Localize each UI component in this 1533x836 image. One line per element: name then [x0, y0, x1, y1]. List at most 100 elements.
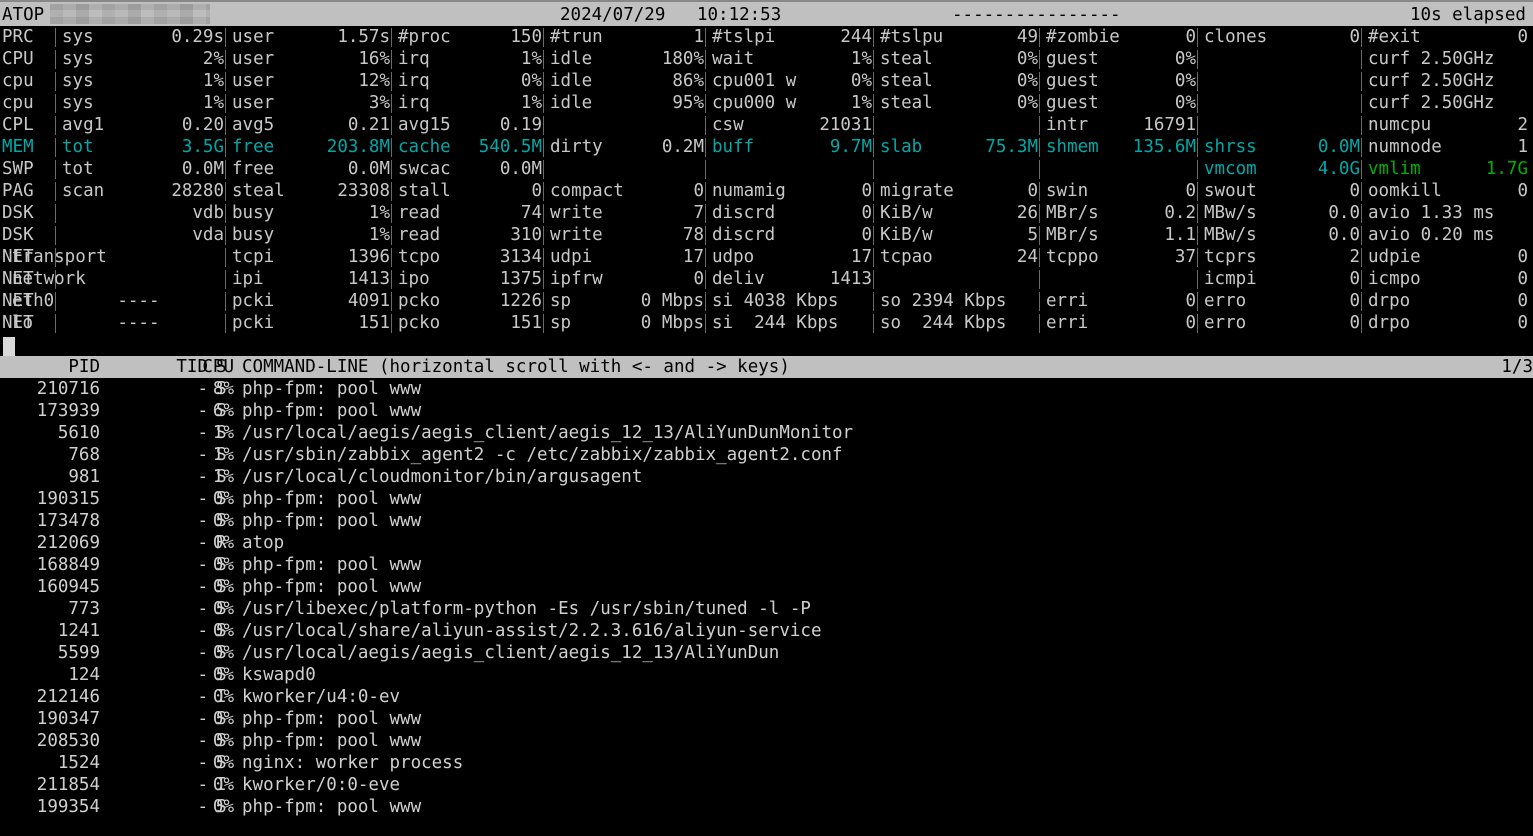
process-pid: 5610: [57, 423, 100, 443]
column-separator: [391, 248, 392, 267]
sys-cell-value: 540.5M: [478, 137, 542, 157]
sys-cell: pcko 151: [398, 312, 542, 334]
sys-cell: sys 0.29s: [62, 26, 224, 48]
sys-cell: #proc 150: [398, 26, 542, 48]
column-separator: [1039, 204, 1040, 223]
column-separator: [225, 248, 226, 267]
process-row[interactable]: 190315- S 0% php-fpm: pool www: [0, 488, 1533, 510]
process-row[interactable]: 211854- I 0% kworker/0:0-eve: [0, 774, 1533, 796]
sys-cell: deliv 1413: [712, 268, 872, 290]
sys-cell: sys 2%: [62, 48, 224, 70]
process-row[interactable]: 173478- S 0% php-fpm: pool www: [0, 510, 1533, 532]
sys-cell-value: 1: [693, 27, 704, 47]
sys-cell: #exit 0: [1368, 26, 1528, 48]
sys-cell-value: 1%: [850, 93, 872, 113]
process-command: /usr/local/cloudmonitor/bin/argusagent: [242, 467, 643, 487]
process-row[interactable]: 212146- I 0% kworker/u4:0-ev: [0, 686, 1533, 708]
column-header-pid[interactable]: PID: [0, 356, 100, 378]
process-row[interactable]: 1241- S 0%/usr/local/share/aliyun-assist/2…: [0, 620, 1533, 642]
process-row[interactable]: 168849- S 0% php-fpm: pool www: [0, 554, 1533, 576]
sys-cell-key: write: [550, 225, 603, 245]
column-separator: [391, 314, 392, 333]
column-separator: [1197, 182, 1198, 201]
column-separator: [225, 50, 226, 69]
sys-cell: cache 540.5M: [398, 136, 542, 158]
sys-cell-value: 1%: [520, 93, 542, 113]
process-row[interactable]: 190347- S 0% php-fpm: pool www: [0, 708, 1533, 730]
column-separator: [705, 138, 706, 157]
column-separator: [1039, 270, 1040, 289]
process-row[interactable]: 208530- S 0% php-fpm: pool www: [0, 730, 1533, 752]
sys-cell-value: 151: [510, 313, 542, 333]
sys-cell-value: 0: [1185, 313, 1196, 333]
sys-cell-key: drpo: [1368, 313, 1411, 333]
column-separator: [55, 72, 56, 91]
column-separator: [391, 116, 392, 135]
sys-cell-key: sys: [62, 49, 94, 69]
process-row[interactable]: 160945- S 0% php-fpm: pool www: [0, 576, 1533, 598]
process-cpu: 0%: [212, 687, 234, 707]
sys-cell: sp 0 Mbps: [550, 290, 704, 312]
process-row[interactable]: 768- S 1%/usr/sbin/zabbix_agent2 -c /etc/z…: [0, 444, 1533, 466]
process-cpu: 0%: [212, 599, 234, 619]
sys-cell: erri 0: [1046, 290, 1196, 312]
column-header-cpu[interactable]: CPU: [192, 356, 234, 378]
process-row[interactable]: 1524- S 0% nginx: worker process: [0, 752, 1533, 774]
process-row[interactable]: 173939- S 6% php-fpm: pool www: [0, 400, 1533, 422]
sys-cell: write 78: [550, 224, 704, 246]
sys-cell: tcprs 2: [1204, 246, 1360, 268]
sys-cell-value: 0: [861, 181, 872, 201]
sys-cell: icmpo 0: [1368, 268, 1528, 290]
sys-cell: cpu000 w 1%: [712, 92, 872, 114]
column-header-command[interactable]: COMMAND-LINE (horizontal scroll with <- …: [242, 356, 790, 378]
sys-cell-value: 0%: [850, 71, 872, 91]
column-separator: [873, 50, 874, 69]
sys-cell: udpi 17: [550, 246, 704, 268]
process-pid: 173939: [36, 401, 100, 421]
column-separator: [873, 116, 874, 135]
process-cpu: 6%: [212, 401, 234, 421]
sys-cell: oomkill 0: [1368, 180, 1528, 202]
datetime: 2024/07/29 10:12:53: [560, 2, 781, 26]
sys-cell-value: 0: [861, 225, 872, 245]
column-separator: [873, 270, 874, 289]
sys-cell-value: 16791: [1143, 115, 1196, 135]
sys-cell-key: transport: [12, 247, 107, 267]
process-row[interactable]: 981- S 1%/usr/local/cloudmonitor/bin/argus…: [0, 466, 1533, 488]
process-pid: 190347: [36, 709, 100, 729]
sys-cell-key: #proc: [398, 27, 451, 47]
column-separator: [705, 204, 706, 223]
process-command: php-fpm: pool www: [242, 401, 422, 421]
sys-cell: KiB/w 26: [880, 202, 1038, 224]
sys-cell-key: lo ----: [12, 313, 160, 333]
sys-cell-key: irq: [398, 93, 430, 113]
sys-cell-value: 0.29s: [171, 27, 224, 47]
sys-cell-value: 244: [840, 27, 872, 47]
column-separator: [873, 160, 874, 179]
process-row[interactable]: 5599- S 0%/usr/local/aegis/aegis_client/ae…: [0, 642, 1533, 664]
process-row[interactable]: 5610- S 1%/usr/local/aegis/aegis_client/ae…: [0, 422, 1533, 444]
sys-cell-value: 23308: [337, 181, 390, 201]
sys-cell-key: icmpo: [1368, 269, 1421, 289]
sys-cell-key: tcprs: [1204, 247, 1257, 267]
column-separator: [225, 226, 226, 245]
process-row[interactable]: 124- S 0% kswapd0: [0, 664, 1533, 686]
sys-cell-key: sys: [62, 93, 94, 113]
process-row[interactable]: 212069- R 0% atop: [0, 532, 1533, 554]
sys-cell: sp 0 Mbps: [550, 312, 704, 334]
sys-cell: erro 0: [1204, 290, 1360, 312]
sys-cell-value: 17: [850, 247, 872, 267]
column-separator: [1361, 72, 1362, 91]
column-separator: [705, 160, 706, 179]
sys-cell-value: 1.57s: [337, 27, 390, 47]
date-text: 2024/07/29: [560, 5, 666, 25]
process-row[interactable]: 210716- S 8% php-fpm: pool www: [0, 378, 1533, 400]
sys-cell-key: user: [232, 49, 275, 69]
process-cpu: 0%: [212, 709, 234, 729]
sys-cell: ipfrw 0: [550, 268, 704, 290]
column-separator: [1361, 116, 1362, 135]
process-row[interactable]: 773- S 0%/usr/libexec/platform-python -Es …: [0, 598, 1533, 620]
process-row[interactable]: 199354- S 0% php-fpm: pool www: [0, 796, 1533, 818]
process-list-header: PID TID S CPU COMMAND-LINE (horizontal s…: [0, 356, 1533, 378]
sys-cell: drpo 0: [1368, 312, 1528, 334]
